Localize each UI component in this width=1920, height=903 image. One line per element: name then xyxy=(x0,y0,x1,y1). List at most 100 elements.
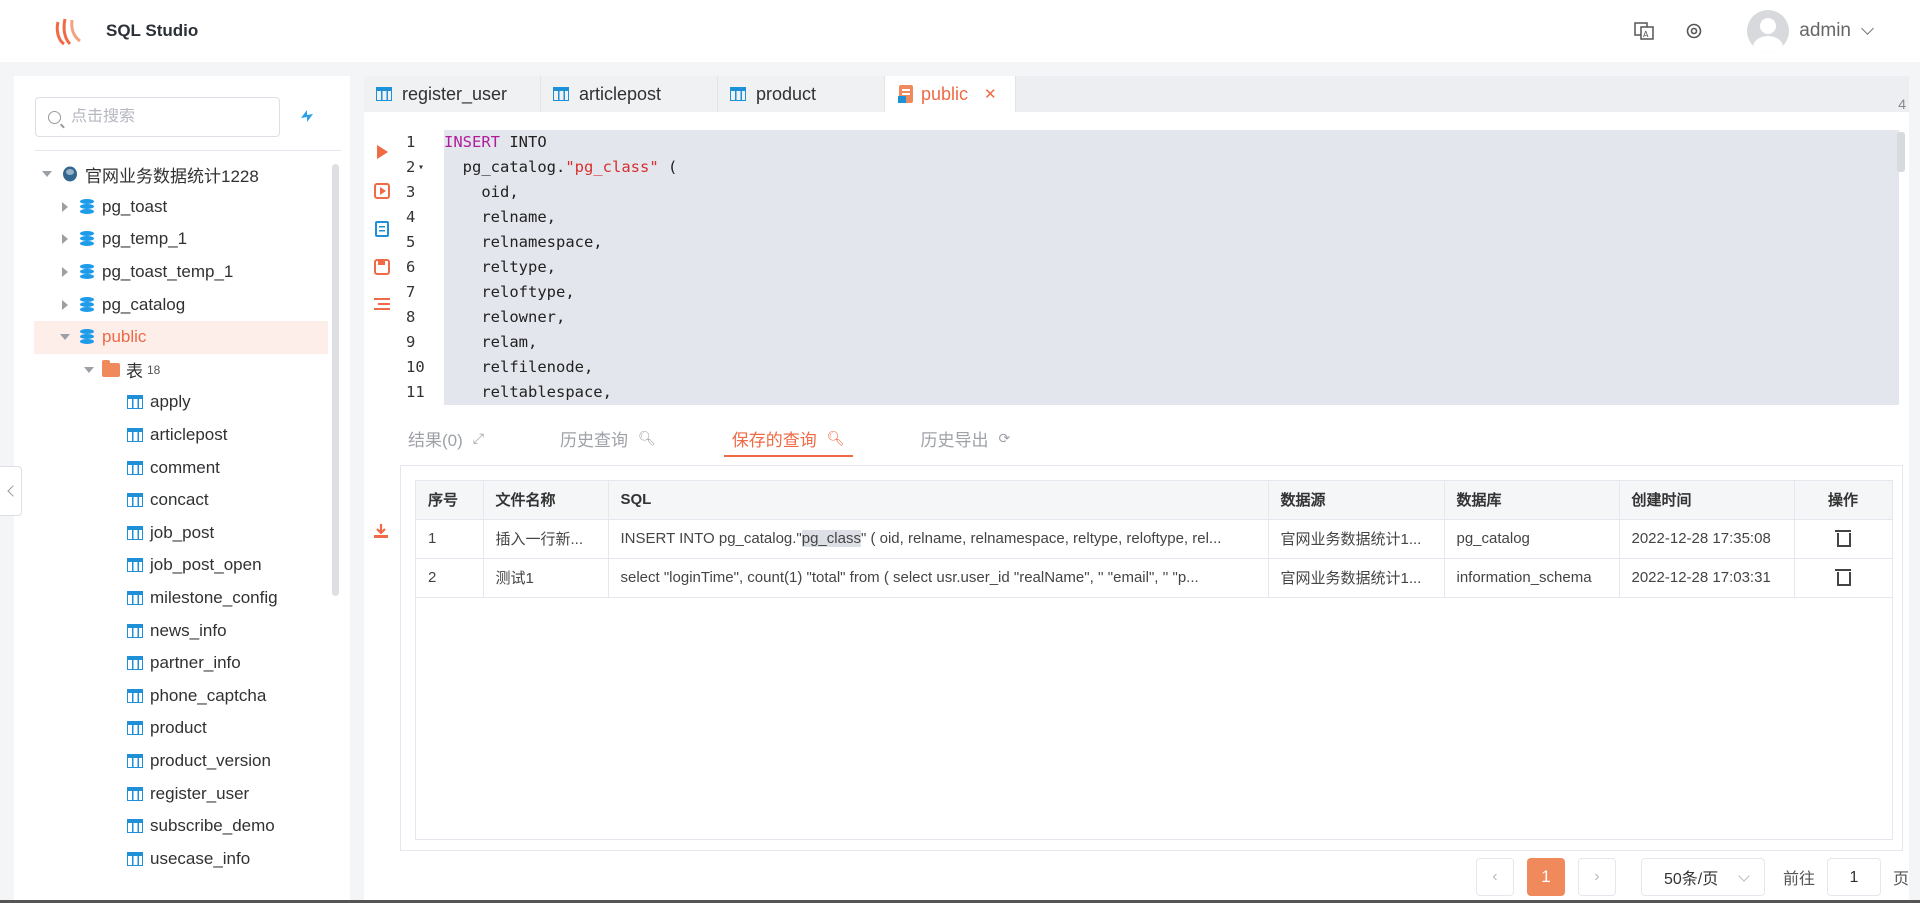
table-icon xyxy=(553,87,569,101)
caret-right-icon[interactable] xyxy=(62,299,68,310)
table-row[interactable]: 2 测试1 select "loginTime", count(1) "tota… xyxy=(416,558,1893,598)
caret-right-icon[interactable] xyxy=(62,267,68,278)
tab-saved-query[interactable]: 保存的查询 🔍︎ xyxy=(723,410,853,466)
save-icon[interactable] xyxy=(372,258,392,278)
cell-no: 2 xyxy=(416,558,484,598)
format-icon[interactable] xyxy=(372,220,392,240)
logo[interactable]: SQL Studio xyxy=(52,14,198,48)
tab-product[interactable]: product xyxy=(718,76,885,112)
caret-right-icon[interactable] xyxy=(62,201,68,212)
tree-table[interactable]: job_post_open xyxy=(34,549,328,582)
tree-connection-label: 官网业务数据统计1228 xyxy=(85,166,259,186)
tree-table[interactable]: articlepost xyxy=(34,419,328,452)
code-lines[interactable]: INSERT INTO pg_catalog."pg_class" ( oid,… xyxy=(444,130,1899,405)
tree-table[interactable]: comment xyxy=(34,451,328,484)
tree-table[interactable]: apply xyxy=(34,386,328,419)
tab-label: register_user xyxy=(402,83,508,104)
tab-public[interactable]: public ✕ xyxy=(885,76,1016,112)
fold-icon[interactable]: ▾ xyxy=(418,155,424,180)
tree-connection[interactable]: 官网业务数据统计1228 xyxy=(34,158,328,191)
translate-icon[interactable]: A xyxy=(1633,20,1655,42)
tab-register-user[interactable]: register_user xyxy=(364,76,541,112)
caret-down-icon[interactable] xyxy=(60,334,70,341)
tree-schema[interactable]: pg_temp_1 xyxy=(34,223,328,256)
run-selected-icon[interactable] xyxy=(372,182,392,202)
avatar[interactable] xyxy=(1747,10,1790,52)
table-icon xyxy=(127,460,143,475)
caret-right-icon[interactable] xyxy=(62,234,68,245)
sql-editor-panel: 1 2 ▾ 3 4 5 6 7 8 9 10 11 INSERT INTO pg_… xyxy=(364,112,1909,410)
tree-table[interactable]: usecase_info xyxy=(34,842,328,875)
settings-icon[interactable] xyxy=(1683,20,1705,42)
tree-table-folder[interactable]: 表 18 xyxy=(34,354,328,387)
tree-table[interactable]: product xyxy=(34,712,328,745)
refresh-icon[interactable] xyxy=(296,106,318,128)
tree-schema-label: pg_toast_temp_1 xyxy=(102,262,234,282)
list-icon[interactable] xyxy=(372,296,392,316)
download-icon[interactable] xyxy=(372,522,390,540)
tree-schema-active[interactable]: public xyxy=(34,320,328,354)
tree-schema-label: pg_catalog xyxy=(102,294,186,314)
tree-table-label: comment xyxy=(150,457,220,477)
tree-table[interactable]: subscribe_demo xyxy=(34,810,328,843)
table-row[interactable]: 1 插入一行新... INSERT INTO pg_catalog."pg_cl… xyxy=(416,519,1893,559)
tab-articlepost[interactable]: articlepost xyxy=(541,76,718,112)
user-name[interactable]: admin xyxy=(1799,20,1851,42)
tree-table-label: concact xyxy=(150,490,209,510)
caret-down-icon[interactable] xyxy=(84,366,94,373)
tab-history-query[interactable]: 历史查询 🔍︎ xyxy=(552,410,664,466)
delete-icon[interactable] xyxy=(1835,567,1851,586)
results-panel: 结果(0) ⤢ 历史查询 🔍︎ 保存的查询 🔍︎ 历史导出 ⟳ 序号 文件名称 SQL … xyxy=(364,410,1909,903)
close-icon[interactable]: ✕ xyxy=(984,85,997,103)
expand-icon: ⤢ xyxy=(472,429,484,446)
table-icon xyxy=(376,87,392,101)
tree-schema[interactable]: pg_toast_temp_1 xyxy=(34,256,328,289)
table-icon xyxy=(127,493,143,508)
code-line: reloftype, xyxy=(444,283,575,301)
tree-table-label: apply xyxy=(150,392,191,412)
tab-history-export[interactable]: 历史导出 ⟳ xyxy=(913,410,1019,466)
table-icon xyxy=(127,428,143,443)
tree-table[interactable]: job_post xyxy=(34,517,328,550)
search-box[interactable] xyxy=(35,97,280,137)
goto-page-input[interactable]: 1 xyxy=(1826,858,1881,896)
search-input[interactable] xyxy=(71,108,261,126)
tree-table-label: usecase_info xyxy=(150,848,251,868)
tab-results[interactable]: 结果(0) ⤢ xyxy=(400,410,492,466)
cell-action xyxy=(1794,558,1893,598)
sql-file-icon xyxy=(898,85,913,103)
page-number-active[interactable]: 1 xyxy=(1526,858,1565,896)
tree-table[interactable]: product_version xyxy=(34,745,328,778)
chevron-down-icon[interactable] xyxy=(1861,22,1874,35)
result-frame: 序号 文件名称 SQL 数据源 数据库 创建时间 操作 1 插入一行新... I… xyxy=(400,465,1903,851)
code-editor[interactable]: 1 2 ▾ 3 4 5 6 7 8 9 10 11 INSERT INTO pg_… xyxy=(400,130,1902,406)
line-number: 4 xyxy=(406,208,416,226)
run-icon[interactable] xyxy=(372,144,392,164)
prev-page-button[interactable]: ‹ xyxy=(1475,858,1514,896)
goto-label: 前往 xyxy=(1782,871,1815,888)
result-tabs: 结果(0) ⤢ 历史查询 🔍︎ 保存的查询 🔍︎ 历史导出 ⟳ xyxy=(400,410,1078,466)
tree-table[interactable]: news_info xyxy=(34,614,328,647)
tree-table[interactable]: phone_captcha xyxy=(34,680,328,713)
delete-icon[interactable] xyxy=(1835,528,1851,547)
sidebar-scrollbar[interactable] xyxy=(332,164,339,596)
page-size-select[interactable]: 50条/页 xyxy=(1640,858,1765,896)
tree-schema[interactable]: pg_toast xyxy=(34,191,328,224)
tree-table[interactable]: partner_info xyxy=(34,647,328,680)
collapse-sidebar-button[interactable] xyxy=(0,466,22,516)
next-page-button[interactable]: › xyxy=(1577,858,1616,896)
tree-table[interactable]: milestone_config xyxy=(34,582,328,615)
tree-table-label: phone_captcha xyxy=(150,685,267,705)
cell-action xyxy=(1794,519,1893,559)
table-icon xyxy=(127,525,143,540)
tree-schema[interactable]: pg_catalog xyxy=(34,288,328,321)
tree-table[interactable]: concact xyxy=(34,484,328,517)
editor-scrollbar[interactable] xyxy=(1897,132,1905,172)
tree-table[interactable]: register_user xyxy=(34,777,328,810)
col-header: 数据源 xyxy=(1268,481,1445,520)
col-header: SQL xyxy=(608,481,1269,520)
cell-db: information_schema xyxy=(1444,558,1620,598)
postgres-icon xyxy=(63,166,77,182)
caret-down-icon[interactable] xyxy=(42,171,52,178)
top-bar: SQL Studio A admin xyxy=(0,0,1920,62)
